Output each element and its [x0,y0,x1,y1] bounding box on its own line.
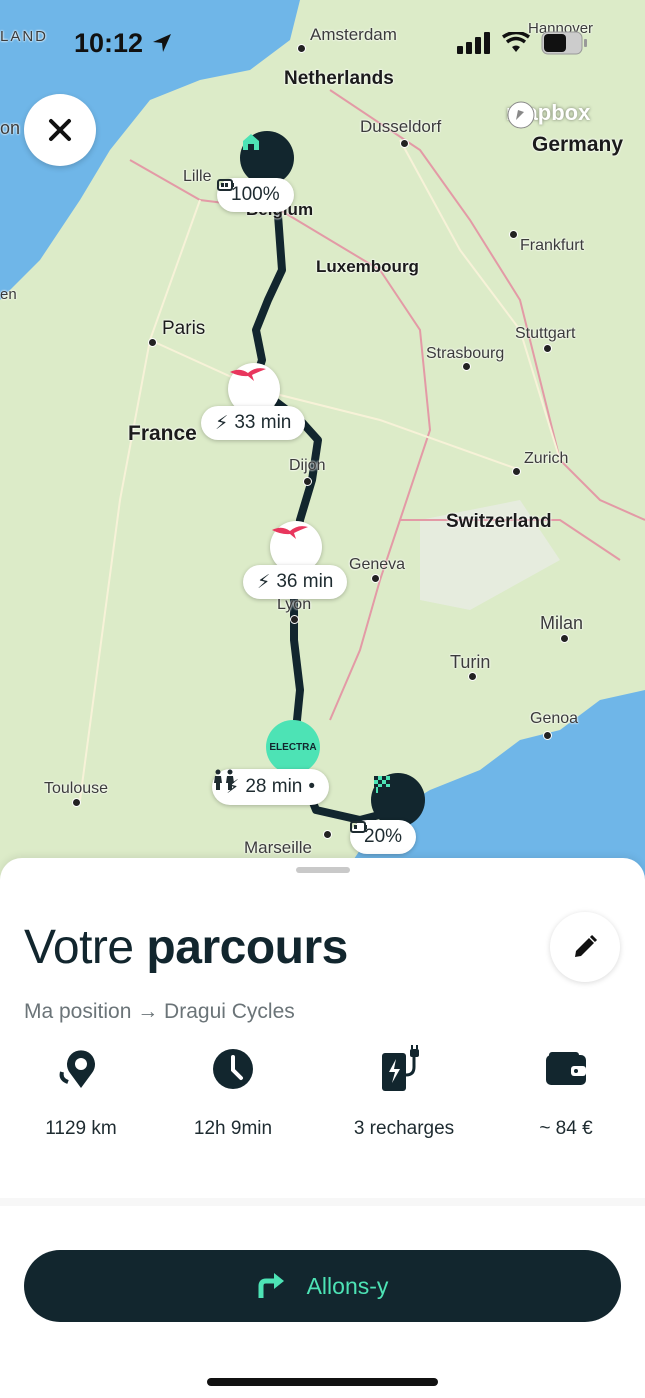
status-time-label: 10:12 [74,28,144,58]
electra-label: ELECTRA [269,741,317,753]
city-toulouse: Toulouse [44,780,109,797]
city-paris: Paris [162,318,206,339]
city-strasbourg: Strasbourg [426,345,505,362]
home-indicator [207,1378,438,1386]
stop-duration-label: 28 min [245,776,303,797]
location-arrow-icon [152,34,171,52]
bolt-icon: ⚡ [257,571,271,593]
battery-icon [350,821,367,833]
city-dot [303,477,312,486]
country-germany: Germany [532,133,624,156]
battery-status-icon [541,31,587,55]
city-geneva: Geneva [349,556,406,573]
city-turin: Turin [450,652,491,672]
start-battery-pill[interactable]: 100% [217,178,294,212]
city-milan: Milan [540,613,584,633]
stat-distance-label: 1129 km [45,1118,117,1139]
end-battery-pill[interactable]: 20% [350,820,417,854]
country-switzerland: Switzerland [446,511,552,532]
stat-cost: ~ 84 € [491,1046,641,1140]
city-dot [72,798,81,807]
city-genoa: Genoa [530,710,579,727]
city-dot [371,574,380,583]
charger-icon [382,1045,419,1091]
go-button[interactable]: Allons-y [24,1250,621,1322]
title-light: Votre [24,921,134,974]
wifi-icon [502,32,530,52]
map-background [0,0,645,880]
stat-cost-label: ~ 84 € [539,1118,593,1139]
distance-pin-icon [59,1050,95,1088]
home-icon [243,134,259,150]
stop-duration-pill[interactable]: ⚡ 28 min • [212,769,330,805]
status-time: 10:12 [74,28,173,59]
electra-stop-marker[interactable]: ELECTRA [266,720,320,774]
edit-route-button[interactable] [550,912,620,982]
stat-charges: 3 recharges [329,1045,479,1140]
wallet-icon [546,1052,586,1085]
stat-charges-label: 3 recharges [353,1118,455,1139]
city-stuttgart: Stuttgart [515,325,576,342]
go-button-label: Allons-y [306,1272,389,1299]
start-battery-label: 100% [231,184,280,205]
turn-right-arrow-icon [258,1273,284,1298]
separator-dot: • [308,776,316,797]
page-title: Votre parcours [24,920,348,975]
start-home-marker[interactable] [240,131,294,185]
map-label-partial: on [0,118,21,138]
city-dot [148,338,157,347]
battery-icon [217,179,234,191]
checkered-flag-icon [374,776,390,793]
stop-duration-pill[interactable]: ⚡ 33 min [201,406,306,440]
close-icon [49,119,71,141]
city-dot [543,344,552,353]
city-lille: Lille [183,168,212,185]
title-bold: parcours [146,921,348,974]
city-marseille: Marseille [244,838,313,857]
city-zurich: Zurich [524,450,569,467]
sheet-grabber[interactable] [296,867,350,873]
country-france: France [128,422,197,445]
status-bar: 10:12 [0,0,645,80]
city-dusseldorf: Dusseldorf [360,117,442,136]
city-dot [462,362,471,371]
city-dot [400,139,409,148]
close-button[interactable] [24,94,96,166]
restroom-icon [214,769,234,790]
end-battery-label: 20% [364,826,403,847]
pencil-icon [575,934,598,957]
city-frankfurt: Frankfurt [520,237,585,254]
signal-icon [457,32,490,54]
stop-duration-label: 33 min [234,412,292,433]
city-dot [560,634,569,643]
map-label-partial: en [0,286,17,303]
stop-duration-pill[interactable]: ⚡ 36 min [243,565,348,599]
city-dijon: Dijon [289,457,326,474]
city-dot [468,672,477,681]
stat-distance: 1129 km [6,1046,156,1140]
city-dot [512,467,521,476]
stat-duration-label: 12h 9min [193,1118,273,1139]
stat-duration: 12h 9min [158,1046,308,1140]
city-dot [509,230,518,239]
route-summary: Ma position → Dragui Cycles [24,1000,295,1023]
ionity-bird-icon [272,526,308,539]
bolt-icon: ⚡ [215,412,229,434]
route-summary-sheet: Votre parcours Ma position → Dragui Cycl… [0,858,645,1398]
mapbox-icon [507,101,535,129]
section-divider [0,1198,645,1206]
city-dot [323,830,332,839]
clock-icon [213,1049,253,1089]
city-dot [543,731,552,740]
stop-duration-label: 36 min [276,571,334,592]
route-map[interactable]: LAND on en Amsterdam Hannover Dusseldorf… [0,0,645,880]
city-dot [290,615,299,624]
mapbox-logo[interactable]: mapbox [506,100,590,129]
ionity-bird-icon [230,368,266,381]
destination-marker[interactable] [371,773,425,827]
country-luxembourg: Luxembourg [316,257,419,276]
